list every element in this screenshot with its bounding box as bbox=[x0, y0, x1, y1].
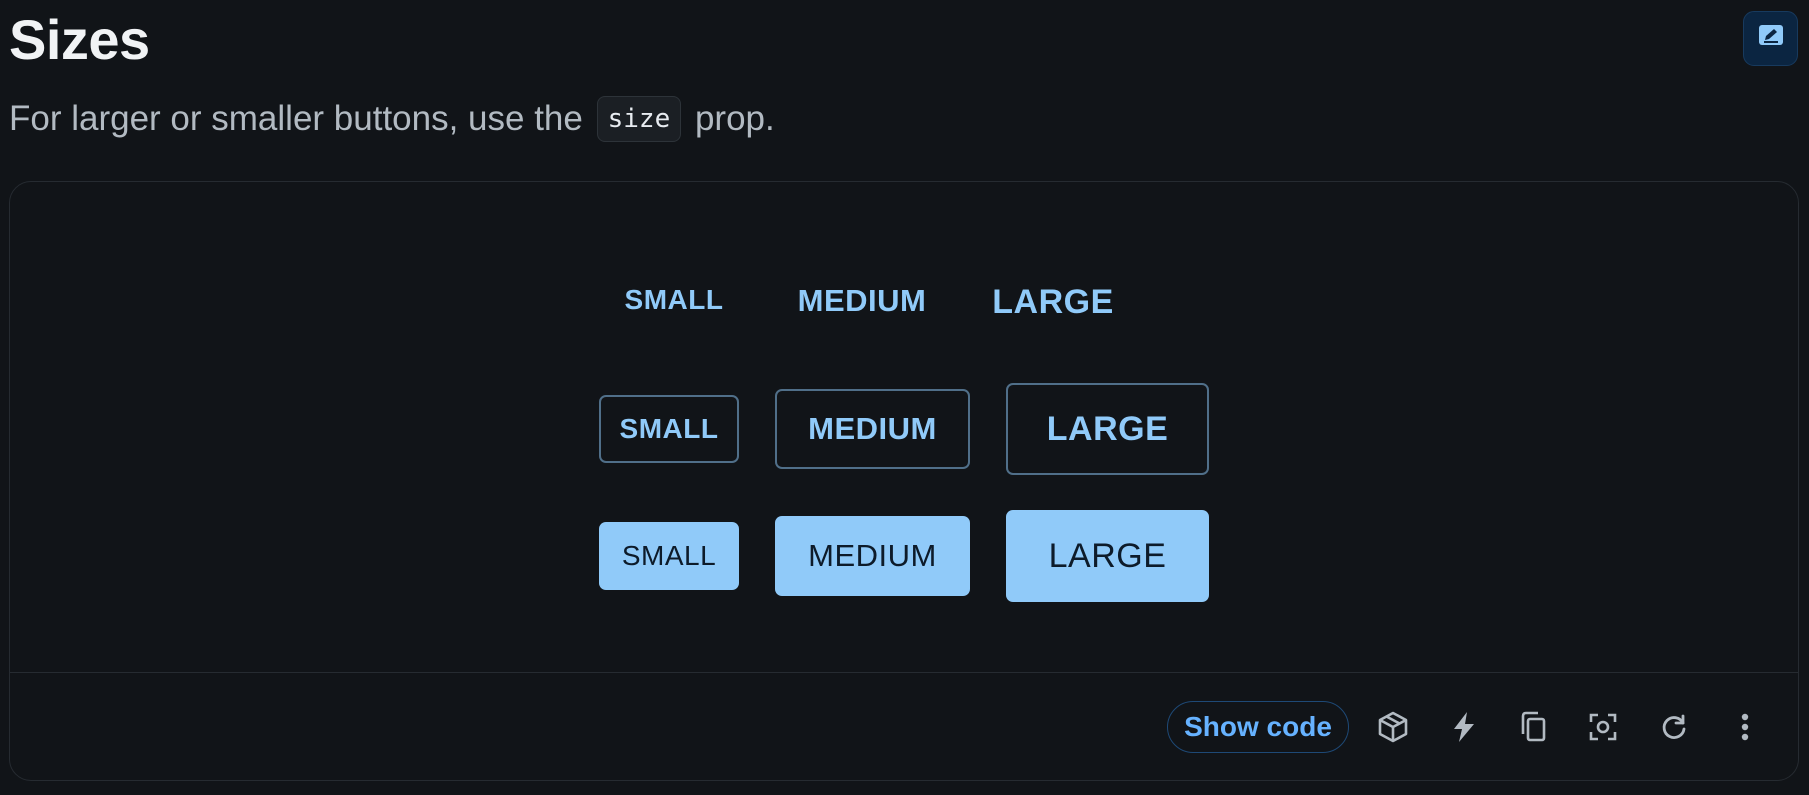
edit-page-button[interactable] bbox=[1743, 11, 1798, 66]
reset-demo-icon[interactable] bbox=[1654, 707, 1694, 747]
show-code-button[interactable]: Show code bbox=[1167, 701, 1349, 753]
text-button-large[interactable]: LARGE bbox=[980, 275, 1126, 329]
text-button-medium[interactable]: MEDIUM bbox=[782, 276, 942, 326]
more-vert-icon[interactable] bbox=[1725, 707, 1765, 747]
size-prop-code: size bbox=[596, 96, 682, 142]
text-button-small[interactable]: SMALL bbox=[610, 277, 738, 323]
codesandbox-icon[interactable] bbox=[1373, 707, 1413, 747]
contained-button-small[interactable]: SMALL bbox=[599, 522, 739, 590]
page-title: Sizes bbox=[9, 8, 150, 71]
demo-container: SMALL MEDIUM LARGE SMALL MEDIUM LARGE SM… bbox=[9, 181, 1799, 781]
outlined-button-medium[interactable]: MEDIUM bbox=[775, 389, 970, 469]
contained-button-large[interactable]: LARGE bbox=[1006, 510, 1209, 602]
outlined-button-small[interactable]: SMALL bbox=[599, 395, 739, 463]
stackblitz-icon[interactable] bbox=[1444, 707, 1484, 747]
description-text-start: For larger or smaller buttons, use the bbox=[9, 99, 583, 138]
copy-icon[interactable] bbox=[1513, 707, 1553, 747]
description-text-end: prop. bbox=[694, 99, 775, 138]
reset-focus-icon[interactable] bbox=[1583, 707, 1623, 747]
outlined-button-large[interactable]: LARGE bbox=[1006, 383, 1209, 475]
section-description: For larger or smaller buttons, use the s… bbox=[9, 93, 775, 145]
demo-divider bbox=[10, 672, 1798, 673]
edit-icon bbox=[1757, 23, 1785, 54]
contained-button-medium[interactable]: MEDIUM bbox=[775, 516, 970, 596]
